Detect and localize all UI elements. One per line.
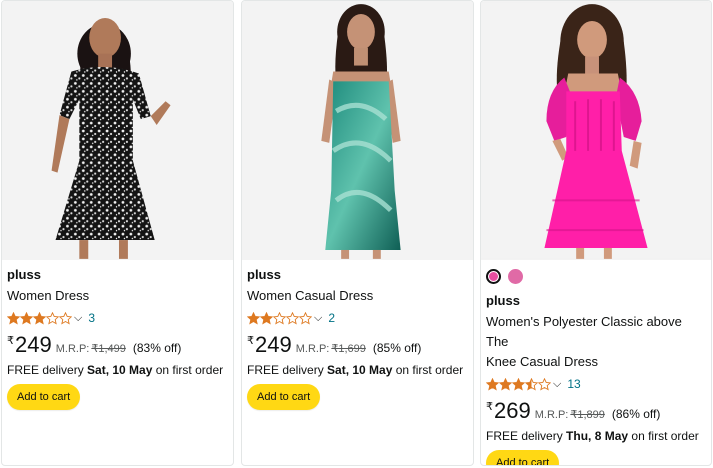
rating-count[interactable]: 2	[328, 311, 335, 325]
delivery-info: FREE delivery Sat, 10 May on first order	[7, 363, 224, 377]
price-row: ₹ 249 M.R.P: ₹1,699 (85% off)	[247, 332, 468, 358]
product-image[interactable]	[481, 1, 711, 260]
product-photo	[481, 2, 711, 259]
star-full-icon	[512, 377, 525, 391]
delivery-info: FREE delivery Sat, 10 May on first order	[247, 363, 464, 377]
chevron-down-icon[interactable]: ⌵	[314, 312, 322, 324]
add-to-cart-button[interactable]: Add to cart	[247, 384, 321, 410]
star-full-icon	[7, 311, 20, 325]
product-photo	[242, 2, 473, 259]
discount: (86% off)	[611, 407, 661, 421]
product-image[interactable]	[2, 1, 233, 260]
mrp-value: ₹1,499	[91, 343, 126, 355]
delivery-date: Sat, 10 May	[327, 363, 393, 377]
discount: (85% off)	[372, 341, 422, 355]
star-rating	[486, 377, 551, 391]
product-brand: pluss	[7, 267, 41, 282]
rating-row[interactable]: ⌵ 13	[486, 375, 706, 393]
star-empty-icon	[273, 311, 286, 325]
currency-symbol: ₹	[247, 335, 254, 347]
star-full-icon	[33, 311, 46, 325]
add-to-cart-button[interactable]: Add to cart	[486, 450, 560, 465]
star-empty-icon	[299, 311, 312, 325]
delivery-date: Sat, 10 May	[87, 363, 153, 377]
star-empty-icon	[538, 377, 551, 391]
product-card[interactable]: pluss Women's Polyester Classic above Th…	[480, 0, 712, 466]
product-card[interactable]: pluss Women Casual Dress ⌵ 2 ₹ 249 M.R.P…	[241, 0, 474, 466]
discount: (83% off)	[132, 341, 182, 355]
star-half-icon	[525, 377, 538, 391]
rating-row[interactable]: ⌵ 2	[247, 309, 468, 327]
star-rating	[247, 311, 312, 325]
price: 269	[494, 398, 531, 423]
chevron-down-icon[interactable]: ⌵	[553, 378, 561, 390]
color-swatches	[486, 269, 706, 284]
product-title[interactable]: Women Dress	[7, 286, 228, 306]
product-brand: pluss	[486, 293, 520, 308]
mrp-label: M.R.P:	[295, 343, 330, 355]
delivery-date: Thu, 8 May	[566, 429, 629, 443]
add-to-cart-button[interactable]: Add to cart	[7, 384, 81, 410]
rating-count[interactable]: 13	[567, 377, 580, 391]
currency-symbol: ₹	[7, 335, 14, 347]
chevron-down-icon[interactable]: ⌵	[74, 312, 82, 324]
star-full-icon	[486, 377, 499, 391]
star-empty-icon	[286, 311, 299, 325]
star-full-icon	[260, 311, 273, 325]
product-title[interactable]: Women Casual Dress	[247, 286, 468, 306]
star-full-icon	[20, 311, 33, 325]
star-full-icon	[247, 311, 260, 325]
price-row: ₹ 249 M.R.P: ₹1,499 (83% off)	[7, 332, 228, 358]
star-full-icon	[499, 377, 512, 391]
delivery-info: FREE delivery Thu, 8 May on first order	[486, 429, 699, 443]
mrp-value: ₹1,699	[331, 343, 366, 355]
price: 249	[15, 332, 52, 357]
mrp-label: M.R.P:	[534, 409, 569, 421]
price-row: ₹ 269 M.R.P: ₹1,899 (86% off)	[486, 398, 706, 424]
star-rating	[7, 311, 72, 325]
product-brand: pluss	[247, 267, 281, 282]
mrp-value: ₹1,899	[570, 409, 605, 421]
color-swatch-selected[interactable]	[486, 269, 501, 284]
product-image[interactable]	[242, 1, 473, 260]
star-empty-icon	[59, 311, 72, 325]
price: 249	[255, 332, 292, 357]
product-photo	[2, 2, 233, 259]
product-card[interactable]: pluss Women Dress ⌵ 3 ₹ 249 M.R.P: ₹1,49…	[1, 0, 234, 466]
mrp-label: M.R.P:	[55, 343, 90, 355]
star-empty-icon	[46, 311, 59, 325]
rating-row[interactable]: ⌵ 3	[7, 309, 228, 327]
currency-symbol: ₹	[486, 401, 493, 413]
rating-count[interactable]: 3	[88, 311, 95, 325]
product-title[interactable]: Women's Polyester Classic above The Knee…	[486, 312, 706, 372]
color-swatch[interactable]	[508, 269, 523, 284]
